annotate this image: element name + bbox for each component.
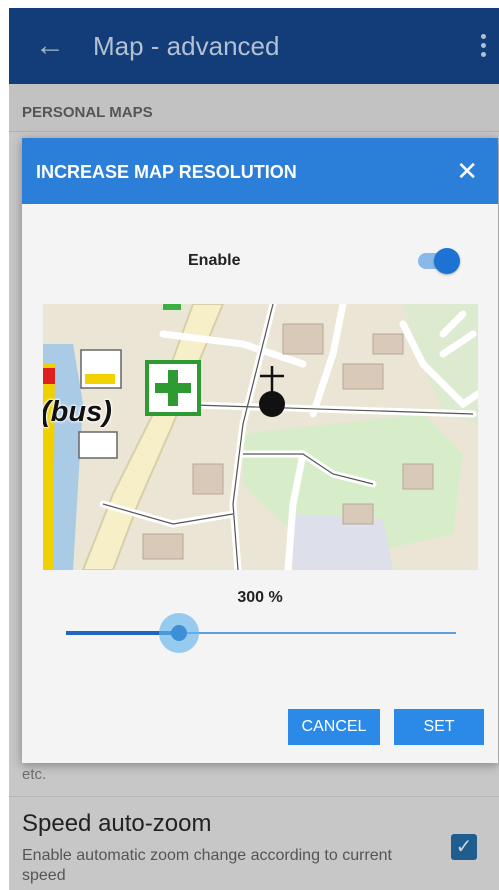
more-vertical-icon[interactable] <box>481 34 487 58</box>
close-icon[interactable]: ✕ <box>456 156 478 186</box>
set-button[interactable]: SET <box>394 709 484 745</box>
partial-summary-text: etc. <box>22 766 47 783</box>
first-aid-cross-icon <box>145 360 201 416</box>
section-header-label: PERSONAL MAPS <box>22 104 153 121</box>
bus-stop-label: (bus) <box>43 396 112 429</box>
dialog-title: INCREASE MAP RESOLUTION <box>36 162 297 182</box>
speed-auto-zoom-checkbox[interactable]: ✓ <box>451 834 477 860</box>
enable-toggle[interactable] <box>416 248 462 274</box>
map-preview: (bus) <box>43 304 478 570</box>
map-preview-image <box>43 304 478 570</box>
page-title: Map - advanced <box>93 30 280 61</box>
divider <box>9 796 499 797</box>
cancel-button[interactable]: CANCEL <box>288 709 380 745</box>
speed-auto-zoom-title[interactable]: Speed auto-zoom <box>22 810 211 838</box>
section-header: PERSONAL MAPS <box>9 84 499 132</box>
zoom-value: 300 % <box>237 589 283 606</box>
dialog-header: INCREASE MAP RESOLUTION ✕ <box>22 138 498 204</box>
app-bar: ← Map - advanced <box>9 8 499 84</box>
speed-auto-zoom-summary: Enable automatic zoom change according t… <box>22 847 392 884</box>
slider-thumb[interactable] <box>171 625 187 641</box>
increase-map-resolution-dialog: INCREASE MAP RESOLUTION ✕ Enable (bus) 3… <box>22 138 498 763</box>
enable-label: Enable <box>188 252 241 269</box>
arrow-left-icon[interactable]: ← <box>35 8 75 84</box>
resolution-slider[interactable] <box>66 610 456 656</box>
toggle-knob <box>434 248 460 274</box>
